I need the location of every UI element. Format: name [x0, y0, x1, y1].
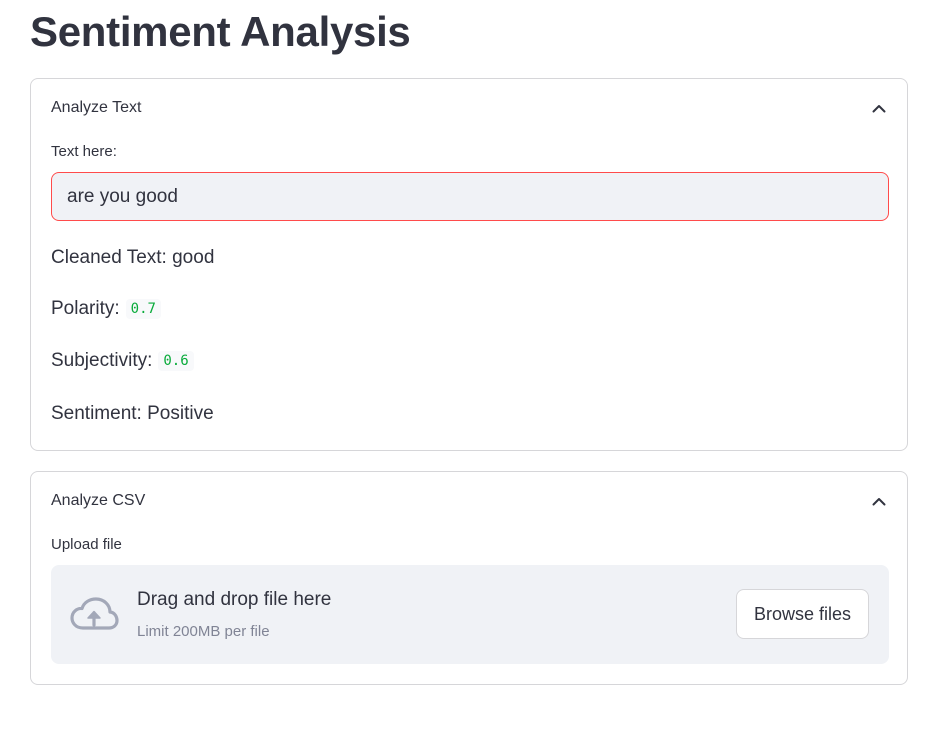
analyze-text-header-label: Analyze Text: [51, 99, 142, 116]
polarity-result: Polarity: 0.7: [51, 298, 161, 320]
sentiment-result: Sentiment: Positive: [51, 403, 214, 425]
polarity-value: 0.7: [125, 299, 161, 319]
analyze-text-expander: Analyze Text Text here: Cleaned Text: go…: [30, 78, 908, 451]
subjectivity-label: Subjectivity:: [51, 350, 153, 371]
dropzone-title: Drag and drop file here: [137, 589, 332, 610]
page: Sentiment Analysis Analyze Text Text her…: [0, 0, 943, 743]
analyze-csv-expander-header[interactable]: Analyze CSV: [51, 490, 887, 512]
file-dropzone[interactable]: Drag and drop file here Limit 200MB per …: [51, 565, 889, 664]
analyze-csv-header-label: Analyze CSV: [51, 492, 146, 509]
text-input[interactable]: [51, 172, 889, 221]
analyze-text-expander-header[interactable]: Analyze Text: [51, 97, 887, 119]
chevron-up-icon[interactable]: [871, 493, 887, 509]
cleaned-text: Cleaned Text: good: [51, 247, 215, 268]
upload-file-label: Upload file: [51, 536, 122, 553]
cloud-upload-icon: [69, 595, 119, 635]
chevron-up-icon[interactable]: [871, 100, 887, 116]
page-title: Sentiment Analysis: [30, 8, 411, 55]
polarity-label: Polarity:: [51, 298, 120, 319]
dropzone-limit: Limit 200MB per file: [137, 623, 270, 640]
subjectivity-value: 0.6: [158, 351, 194, 371]
subjectivity-result: Subjectivity: 0.6: [51, 350, 194, 372]
cleaned-text-result: Cleaned Text: good: [51, 247, 214, 269]
analyze-csv-expander: Analyze CSV Upload file Drag and drop fi…: [30, 471, 908, 685]
browse-files-button[interactable]: Browse files: [736, 589, 869, 639]
text-input-label: Text here:: [51, 143, 117, 160]
sentiment-text: Sentiment: Positive: [51, 403, 214, 424]
